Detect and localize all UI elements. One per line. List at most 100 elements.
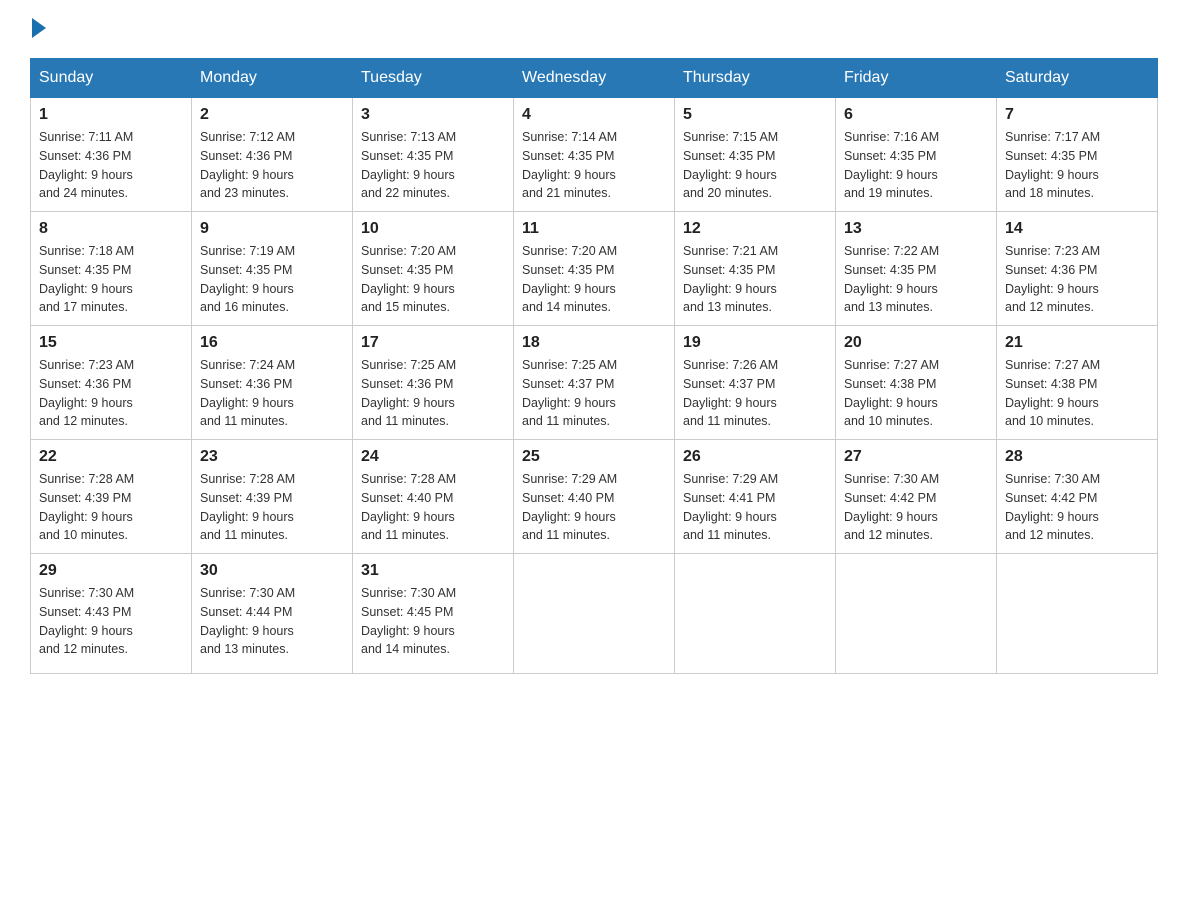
day-number: 29: [39, 562, 183, 580]
calendar-cell: 28 Sunrise: 7:30 AMSunset: 4:42 PMDaylig…: [997, 440, 1158, 554]
day-info: Sunrise: 7:15 AMSunset: 4:35 PMDaylight:…: [683, 130, 778, 200]
day-number: 6: [844, 106, 988, 124]
day-number: 4: [522, 106, 666, 124]
day-number: 20: [844, 334, 988, 352]
calendar-cell: 23 Sunrise: 7:28 AMSunset: 4:39 PMDaylig…: [192, 440, 353, 554]
day-info: Sunrise: 7:12 AMSunset: 4:36 PMDaylight:…: [200, 130, 295, 200]
calendar-cell: 10 Sunrise: 7:20 AMSunset: 4:35 PMDaylig…: [353, 212, 514, 326]
calendar-cell: [514, 554, 675, 674]
calendar-cell: 14 Sunrise: 7:23 AMSunset: 4:36 PMDaylig…: [997, 212, 1158, 326]
day-info: Sunrise: 7:17 AMSunset: 4:35 PMDaylight:…: [1005, 130, 1100, 200]
calendar-cell: 12 Sunrise: 7:21 AMSunset: 4:35 PMDaylig…: [675, 212, 836, 326]
week-row-1: 1 Sunrise: 7:11 AMSunset: 4:36 PMDayligh…: [31, 98, 1158, 212]
day-info: Sunrise: 7:27 AMSunset: 4:38 PMDaylight:…: [844, 358, 939, 428]
calendar-cell: [836, 554, 997, 674]
day-number: 14: [1005, 220, 1149, 238]
day-number: 17: [361, 334, 505, 352]
calendar-cell: 15 Sunrise: 7:23 AMSunset: 4:36 PMDaylig…: [31, 326, 192, 440]
weekday-header-wednesday: Wednesday: [514, 59, 675, 98]
weekday-header-row: SundayMondayTuesdayWednesdayThursdayFrid…: [31, 59, 1158, 98]
calendar-cell: 1 Sunrise: 7:11 AMSunset: 4:36 PMDayligh…: [31, 98, 192, 212]
weekday-header-friday: Friday: [836, 59, 997, 98]
day-info: Sunrise: 7:23 AMSunset: 4:36 PMDaylight:…: [39, 358, 134, 428]
day-info: Sunrise: 7:27 AMSunset: 4:38 PMDaylight:…: [1005, 358, 1100, 428]
day-number: 10: [361, 220, 505, 238]
day-number: 24: [361, 448, 505, 466]
calendar-cell: 2 Sunrise: 7:12 AMSunset: 4:36 PMDayligh…: [192, 98, 353, 212]
day-number: 23: [200, 448, 344, 466]
day-info: Sunrise: 7:21 AMSunset: 4:35 PMDaylight:…: [683, 244, 778, 314]
calendar-cell: 18 Sunrise: 7:25 AMSunset: 4:37 PMDaylig…: [514, 326, 675, 440]
day-info: Sunrise: 7:28 AMSunset: 4:39 PMDaylight:…: [39, 472, 134, 542]
week-row-3: 15 Sunrise: 7:23 AMSunset: 4:36 PMDaylig…: [31, 326, 1158, 440]
day-number: 8: [39, 220, 183, 238]
weekday-header-sunday: Sunday: [31, 59, 192, 98]
calendar-cell: 11 Sunrise: 7:20 AMSunset: 4:35 PMDaylig…: [514, 212, 675, 326]
day-number: 5: [683, 106, 827, 124]
calendar-cell: 27 Sunrise: 7:30 AMSunset: 4:42 PMDaylig…: [836, 440, 997, 554]
calendar-cell: 8 Sunrise: 7:18 AMSunset: 4:35 PMDayligh…: [31, 212, 192, 326]
day-number: 16: [200, 334, 344, 352]
day-info: Sunrise: 7:14 AMSunset: 4:35 PMDaylight:…: [522, 130, 617, 200]
calendar-cell: 26 Sunrise: 7:29 AMSunset: 4:41 PMDaylig…: [675, 440, 836, 554]
day-info: Sunrise: 7:11 AMSunset: 4:36 PMDaylight:…: [39, 130, 133, 200]
day-info: Sunrise: 7:16 AMSunset: 4:35 PMDaylight:…: [844, 130, 939, 200]
day-info: Sunrise: 7:28 AMSunset: 4:39 PMDaylight:…: [200, 472, 295, 542]
calendar-cell: 7 Sunrise: 7:17 AMSunset: 4:35 PMDayligh…: [997, 98, 1158, 212]
weekday-header-tuesday: Tuesday: [353, 59, 514, 98]
day-number: 31: [361, 562, 505, 580]
calendar-cell: 13 Sunrise: 7:22 AMSunset: 4:35 PMDaylig…: [836, 212, 997, 326]
day-info: Sunrise: 7:22 AMSunset: 4:35 PMDaylight:…: [844, 244, 939, 314]
day-number: 18: [522, 334, 666, 352]
day-number: 11: [522, 220, 666, 238]
calendar-cell: [997, 554, 1158, 674]
day-info: Sunrise: 7:23 AMSunset: 4:36 PMDaylight:…: [1005, 244, 1100, 314]
day-info: Sunrise: 7:24 AMSunset: 4:36 PMDaylight:…: [200, 358, 295, 428]
calendar-cell: 17 Sunrise: 7:25 AMSunset: 4:36 PMDaylig…: [353, 326, 514, 440]
day-number: 15: [39, 334, 183, 352]
calendar-cell: 29 Sunrise: 7:30 AMSunset: 4:43 PMDaylig…: [31, 554, 192, 674]
day-number: 9: [200, 220, 344, 238]
calendar-cell: 24 Sunrise: 7:28 AMSunset: 4:40 PMDaylig…: [353, 440, 514, 554]
logo: [30, 20, 46, 38]
logo-triangle-icon: [32, 18, 46, 38]
calendar-cell: 31 Sunrise: 7:30 AMSunset: 4:45 PMDaylig…: [353, 554, 514, 674]
calendar-cell: 5 Sunrise: 7:15 AMSunset: 4:35 PMDayligh…: [675, 98, 836, 212]
day-number: 30: [200, 562, 344, 580]
calendar-cell: 19 Sunrise: 7:26 AMSunset: 4:37 PMDaylig…: [675, 326, 836, 440]
day-number: 26: [683, 448, 827, 466]
calendar-cell: 22 Sunrise: 7:28 AMSunset: 4:39 PMDaylig…: [31, 440, 192, 554]
day-number: 28: [1005, 448, 1149, 466]
day-number: 2: [200, 106, 344, 124]
day-info: Sunrise: 7:13 AMSunset: 4:35 PMDaylight:…: [361, 130, 456, 200]
calendar-table: SundayMondayTuesdayWednesdayThursdayFrid…: [30, 58, 1158, 674]
day-number: 12: [683, 220, 827, 238]
day-info: Sunrise: 7:30 AMSunset: 4:43 PMDaylight:…: [39, 586, 134, 656]
calendar-cell: 16 Sunrise: 7:24 AMSunset: 4:36 PMDaylig…: [192, 326, 353, 440]
day-info: Sunrise: 7:19 AMSunset: 4:35 PMDaylight:…: [200, 244, 295, 314]
day-number: 1: [39, 106, 183, 124]
day-info: Sunrise: 7:30 AMSunset: 4:44 PMDaylight:…: [200, 586, 295, 656]
week-row-4: 22 Sunrise: 7:28 AMSunset: 4:39 PMDaylig…: [31, 440, 1158, 554]
day-number: 27: [844, 448, 988, 466]
day-number: 25: [522, 448, 666, 466]
calendar-cell: 6 Sunrise: 7:16 AMSunset: 4:35 PMDayligh…: [836, 98, 997, 212]
day-info: Sunrise: 7:30 AMSunset: 4:42 PMDaylight:…: [844, 472, 939, 542]
weekday-header-thursday: Thursday: [675, 59, 836, 98]
day-info: Sunrise: 7:25 AMSunset: 4:37 PMDaylight:…: [522, 358, 617, 428]
week-row-2: 8 Sunrise: 7:18 AMSunset: 4:35 PMDayligh…: [31, 212, 1158, 326]
day-info: Sunrise: 7:29 AMSunset: 4:41 PMDaylight:…: [683, 472, 778, 542]
calendar-cell: [675, 554, 836, 674]
day-info: Sunrise: 7:30 AMSunset: 4:42 PMDaylight:…: [1005, 472, 1100, 542]
calendar-cell: 3 Sunrise: 7:13 AMSunset: 4:35 PMDayligh…: [353, 98, 514, 212]
day-info: Sunrise: 7:30 AMSunset: 4:45 PMDaylight:…: [361, 586, 456, 656]
calendar-cell: 9 Sunrise: 7:19 AMSunset: 4:35 PMDayligh…: [192, 212, 353, 326]
day-info: Sunrise: 7:29 AMSunset: 4:40 PMDaylight:…: [522, 472, 617, 542]
day-info: Sunrise: 7:25 AMSunset: 4:36 PMDaylight:…: [361, 358, 456, 428]
calendar-cell: 21 Sunrise: 7:27 AMSunset: 4:38 PMDaylig…: [997, 326, 1158, 440]
day-info: Sunrise: 7:26 AMSunset: 4:37 PMDaylight:…: [683, 358, 778, 428]
day-info: Sunrise: 7:20 AMSunset: 4:35 PMDaylight:…: [522, 244, 617, 314]
calendar-cell: 30 Sunrise: 7:30 AMSunset: 4:44 PMDaylig…: [192, 554, 353, 674]
day-number: 13: [844, 220, 988, 238]
day-info: Sunrise: 7:20 AMSunset: 4:35 PMDaylight:…: [361, 244, 456, 314]
